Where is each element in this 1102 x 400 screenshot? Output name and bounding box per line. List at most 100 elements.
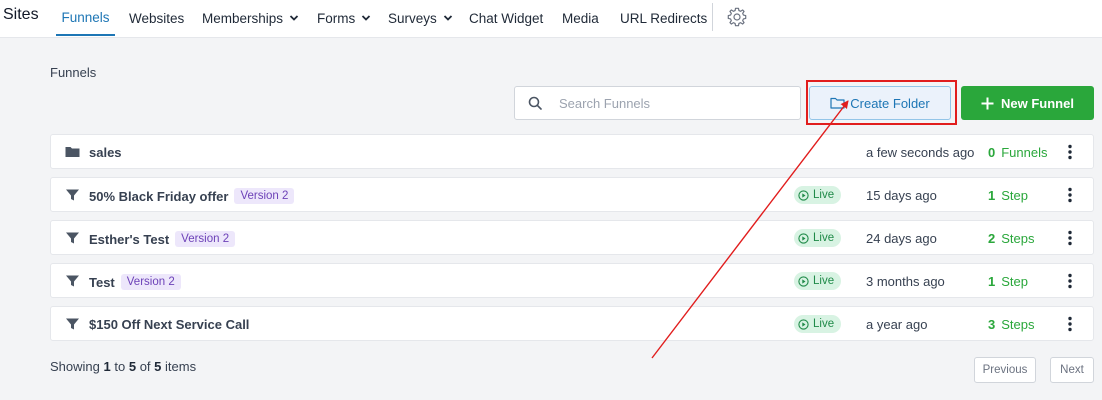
item-name-text: 50% Black Friday offer — [89, 188, 229, 204]
count-number: 0 — [988, 145, 996, 160]
version-badge: Version 2 — [175, 231, 236, 247]
new-funnel-button[interactable]: New Funnel — [961, 86, 1094, 120]
updated-time: 3 months ago — [866, 274, 945, 289]
version-badge: Version 2 — [120, 274, 181, 290]
tab-label: Surveys — [388, 10, 437, 26]
item-name-text: Test — [89, 274, 115, 290]
item-name[interactable]: Test Version 2 — [89, 274, 181, 290]
create-folder-label: Create Folder — [850, 95, 930, 111]
live-status-badge: Live — [794, 272, 842, 290]
tab-label: URL Redirects — [620, 10, 708, 26]
item-name[interactable]: $150 Off Next Service Call — [89, 317, 249, 332]
tab-funnels[interactable]: Funnels — [56, 0, 115, 36]
item-count: 1 Step — [988, 188, 1028, 203]
count-number: 1 — [988, 274, 996, 289]
folder-icon — [65, 147, 80, 157]
item-count: 3 Steps — [988, 317, 1034, 332]
search-box[interactable] — [514, 86, 801, 120]
showing-suffix: items — [165, 359, 197, 374]
tab-label: Media — [562, 10, 599, 26]
count-label: Steps — [1001, 317, 1035, 332]
nav-divider — [712, 3, 713, 31]
more-options-icon[interactable] — [1064, 230, 1076, 246]
chevron-down-icon — [289, 15, 299, 21]
tab-label: Websites — [129, 10, 185, 26]
item-count: 0 Funnels — [988, 145, 1047, 160]
brand-title: Sites — [3, 6, 39, 23]
item-name[interactable]: Esther's Test Version 2 — [89, 231, 236, 247]
tab-url-redirects[interactable]: URL Redirects — [620, 0, 707, 36]
item-name-text: Esther's Test — [89, 231, 170, 247]
tab-chat-widget[interactable]: Chat Widget — [469, 0, 543, 36]
funnel-icon — [66, 318, 79, 330]
next-page-button[interactable]: Next — [1050, 357, 1094, 383]
tab-media[interactable]: Media — [562, 0, 599, 36]
play-circle-icon — [798, 232, 809, 244]
list-item[interactable]: 50% Black Friday offer Version 2 Live 15 … — [50, 177, 1094, 212]
showing-to: 5 — [128, 359, 137, 374]
list-item[interactable]: sales a few seconds ago 0 Funnels — [50, 134, 1094, 169]
live-status-badge: Live — [794, 186, 842, 204]
tab-forms[interactable]: Forms — [317, 0, 371, 36]
showing-total: 5 — [154, 359, 162, 374]
chevron-down-icon — [443, 15, 452, 21]
plus-icon — [981, 97, 994, 109]
showing-of-word: of — [139, 359, 151, 374]
count-number: 3 — [988, 317, 996, 332]
folder-outline-icon — [830, 97, 845, 109]
list-item[interactable]: Test Version 2 Live 3 months ago 1 Step — [50, 263, 1094, 298]
count-label: Step — [1001, 188, 1028, 203]
play-circle-icon — [798, 189, 809, 201]
updated-time: 15 days ago — [866, 188, 937, 203]
search-icon — [528, 96, 542, 110]
more-options-icon[interactable] — [1064, 273, 1076, 289]
live-label: Live — [813, 275, 835, 287]
updated-time: 24 days ago — [866, 231, 937, 246]
play-circle-icon — [798, 275, 809, 287]
item-name-text: sales — [89, 145, 122, 160]
list-item[interactable]: Esther's Test Version 2 Live 24 days ago … — [50, 220, 1094, 255]
live-label: Live — [813, 232, 835, 244]
count-number: 1 — [988, 188, 996, 203]
play-circle-icon — [798, 318, 809, 330]
live-status-badge: Live — [794, 315, 842, 333]
create-folder-button[interactable]: Create Folder — [809, 86, 951, 120]
tab-label: Funnels — [61, 9, 110, 25]
item-name[interactable]: 50% Black Friday offer Version 2 — [89, 188, 295, 204]
more-options-icon[interactable] — [1064, 144, 1076, 160]
item-name[interactable]: sales — [89, 145, 122, 160]
tab-websites[interactable]: Websites — [129, 0, 184, 36]
top-nav: Sites Funnels Websites Memberships Forms… — [0, 0, 1102, 38]
new-funnel-label: New Funnel — [1001, 95, 1074, 111]
list-item[interactable]: $150 Off Next Service Call Live a year a… — [50, 306, 1094, 341]
more-options-icon[interactable] — [1064, 187, 1076, 203]
previous-page-button[interactable]: Previous — [974, 357, 1036, 383]
showing-from: 1 — [103, 359, 111, 374]
search-input[interactable] — [559, 93, 789, 113]
funnel-icon — [66, 232, 79, 244]
version-badge: Version 2 — [234, 188, 295, 204]
tab-memberships[interactable]: Memberships — [202, 0, 299, 36]
tab-surveys[interactable]: Surveys — [388, 0, 453, 36]
tab-label: Chat Widget — [469, 10, 544, 26]
pagination-summary: Showing 1 to 5 of 5 items — [50, 359, 196, 374]
live-status-badge: Live — [794, 229, 842, 247]
count-label: Step — [1001, 274, 1028, 289]
gear-icon[interactable] — [726, 6, 748, 28]
live-label: Live — [813, 318, 835, 330]
more-options-icon[interactable] — [1064, 316, 1076, 332]
funnel-icon — [66, 275, 79, 287]
count-number: 2 — [988, 231, 996, 246]
page-title: Funnels — [50, 65, 97, 80]
showing-prefix: Showing — [50, 359, 100, 374]
showing-to-word: to — [114, 359, 126, 374]
item-name-text: $150 Off Next Service Call — [89, 317, 250, 332]
count-label: Funnels — [1001, 145, 1048, 160]
item-count: 1 Step — [988, 274, 1028, 289]
tab-label: Memberships — [202, 10, 284, 26]
item-count: 2 Steps — [988, 231, 1034, 246]
chevron-down-icon — [362, 15, 371, 21]
count-label: Steps — [1001, 231, 1035, 246]
tab-label: Forms — [317, 10, 356, 26]
funnel-icon — [66, 189, 79, 201]
